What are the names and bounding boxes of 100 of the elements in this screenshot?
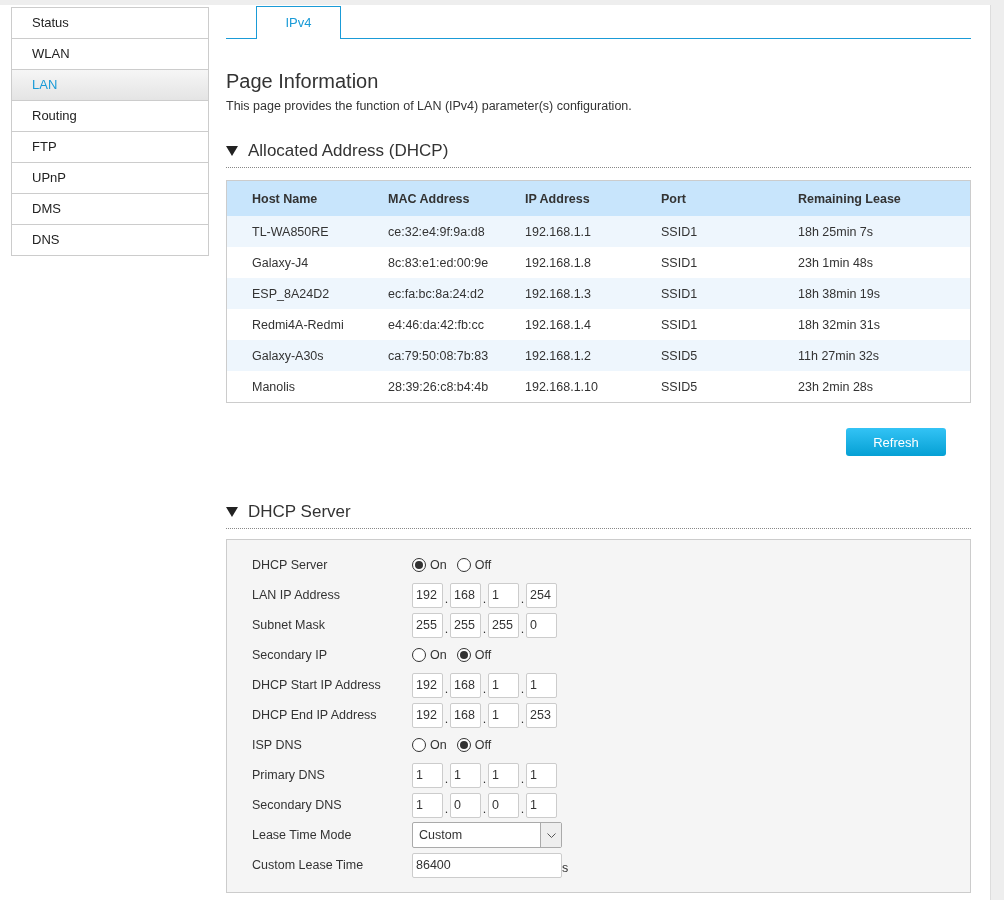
table-cell: Galaxy-A30s <box>226 340 363 371</box>
lease-time-field[interactable]: 86400 <box>412 852 562 878</box>
table-cell: 23h 1min 48s <box>773 247 971 278</box>
table-cell: ce:32:e4:9f:9a:d8 <box>363 216 500 247</box>
dot-separator: . <box>443 802 450 818</box>
table-cell: ca:79:50:08:7b:83 <box>363 340 500 371</box>
dot-separator: . <box>519 622 526 638</box>
ip-octet-field[interactable]: 192 <box>412 702 443 728</box>
dot-separator: . <box>443 622 450 638</box>
ip-octet-field[interactable]: 255 <box>488 612 519 638</box>
radio-label: Off <box>474 738 492 752</box>
ip-octet-field[interactable]: 0 <box>526 612 557 638</box>
radio-button[interactable] <box>456 648 471 662</box>
table-cell: 192.168.1.2 <box>500 340 636 371</box>
sidebar-item[interactable]: Status <box>12 8 208 39</box>
table-cell: 192.168.1.10 <box>500 371 636 403</box>
table-cell: TL-WA850RE <box>226 216 363 247</box>
ip-octet-field[interactable]: 1 <box>526 672 557 698</box>
ip-octet-field[interactable]: 0 <box>450 792 481 818</box>
field-label: Secondary DNS <box>252 798 343 812</box>
dot-separator: . <box>443 712 450 728</box>
radio-button[interactable] <box>412 738 426 752</box>
collapse-triangle-icon[interactable] <box>226 507 238 517</box>
table-cell: 8c:83:e1:ed:00:9e <box>363 247 500 278</box>
page-title: Page Information <box>226 69 380 93</box>
radio-label: On <box>430 558 447 572</box>
column-header: IP Address <box>500 180 636 216</box>
sidebar-item[interactable]: FTP <box>12 132 208 163</box>
sidebar-item[interactable]: DNS <box>12 225 208 256</box>
dot-separator: . <box>481 772 488 788</box>
table-cell: SSID5 <box>636 340 773 371</box>
table-cell: 192.168.1.4 <box>500 309 636 340</box>
section-heading: Allocated Address (DHCP) <box>248 141 449 161</box>
sidebar-item[interactable]: Routing <box>12 101 208 132</box>
ip-octet-field[interactable]: 192 <box>412 582 443 608</box>
dropdown[interactable]: Custom <box>412 822 562 848</box>
table-cell: 23h 2min 28s <box>773 371 971 403</box>
radio-label: Off <box>474 558 492 572</box>
ip-octet-field[interactable]: 254 <box>526 582 557 608</box>
dot-separator: . <box>481 682 488 698</box>
ip-octet-field[interactable]: 1 <box>488 672 519 698</box>
table-cell: e4:46:da:42:fb:cc <box>363 309 500 340</box>
ip-octet-field[interactable]: 168 <box>450 582 481 608</box>
column-header: Host Name <box>226 180 363 216</box>
radio-button[interactable] <box>412 558 426 572</box>
ip-octet-field[interactable]: 255 <box>450 612 481 638</box>
table-cell: Manolis <box>226 371 363 403</box>
sidebar-item[interactable]: UPnP <box>12 163 208 194</box>
table-cell: SSID1 <box>636 278 773 309</box>
field-label: ISP DNS <box>252 738 303 752</box>
table-cell: SSID1 <box>636 216 773 247</box>
table-cell: SSID1 <box>636 247 773 278</box>
ip-octet-field[interactable]: 1 <box>526 762 557 788</box>
ip-octet-field[interactable]: 1 <box>488 762 519 788</box>
ip-octet-field[interactable]: 1 <box>412 762 443 788</box>
ip-octet-field[interactable]: 168 <box>450 702 481 728</box>
field-label: DHCP Server <box>252 558 329 572</box>
ip-octet-field[interactable]: 255 <box>412 612 443 638</box>
ip-octet-field[interactable]: 253 <box>526 702 557 728</box>
dot-separator: . <box>519 712 526 728</box>
dot-separator: . <box>519 802 526 818</box>
dot-separator: . <box>519 772 526 788</box>
ip-octet-field[interactable]: 168 <box>450 672 481 698</box>
field-label: Custom Lease Time <box>252 858 365 872</box>
table-cell: 18h 25min 7s <box>773 216 971 247</box>
field-label: DHCP Start IP Address <box>252 678 382 692</box>
table-cell: SSID1 <box>636 309 773 340</box>
radio-label: On <box>430 738 447 752</box>
field-label: Subnet Mask <box>252 618 326 632</box>
ip-octet-field[interactable]: 1 <box>488 582 519 608</box>
column-header: Port <box>636 180 773 216</box>
ip-octet-field[interactable]: 192 <box>412 672 443 698</box>
radio-label: On <box>430 648 447 662</box>
ip-octet-field[interactable]: 1 <box>412 792 443 818</box>
table-cell: 192.168.1.3 <box>500 278 636 309</box>
table-cell: 18h 38min 19s <box>773 278 971 309</box>
field-label: DHCP End IP Address <box>252 708 378 722</box>
ip-octet-field[interactable]: 1 <box>488 702 519 728</box>
radio-button[interactable] <box>412 648 426 662</box>
section-heading: DHCP Server <box>248 502 351 522</box>
dot-separator: . <box>481 712 488 728</box>
radio-button[interactable] <box>456 558 471 572</box>
table-cell: 11h 27min 32s <box>773 340 971 371</box>
table-cell: Galaxy-J4 <box>226 247 363 278</box>
sidebar-item[interactable]: DMS <box>12 194 208 225</box>
collapse-triangle-icon[interactable] <box>226 146 238 156</box>
ip-octet-field[interactable]: 0 <box>488 792 519 818</box>
table-cell: 28:39:26:c8:b4:4b <box>363 371 500 403</box>
field-label: Lease Time Mode <box>252 828 353 842</box>
unit-label: s <box>562 861 569 877</box>
radio-button[interactable] <box>456 738 471 752</box>
dot-separator: . <box>519 592 526 608</box>
ip-octet-field[interactable]: 1 <box>450 762 481 788</box>
table-cell: 18h 32min 31s <box>773 309 971 340</box>
table-cell: SSID5 <box>636 371 773 403</box>
dot-separator: . <box>481 622 488 638</box>
ip-octet-field[interactable]: 1 <box>526 792 557 818</box>
table-cell: 192.168.1.1 <box>500 216 636 247</box>
field-label: Secondary IP <box>252 648 329 662</box>
column-header: Remaining Lease <box>773 180 971 216</box>
